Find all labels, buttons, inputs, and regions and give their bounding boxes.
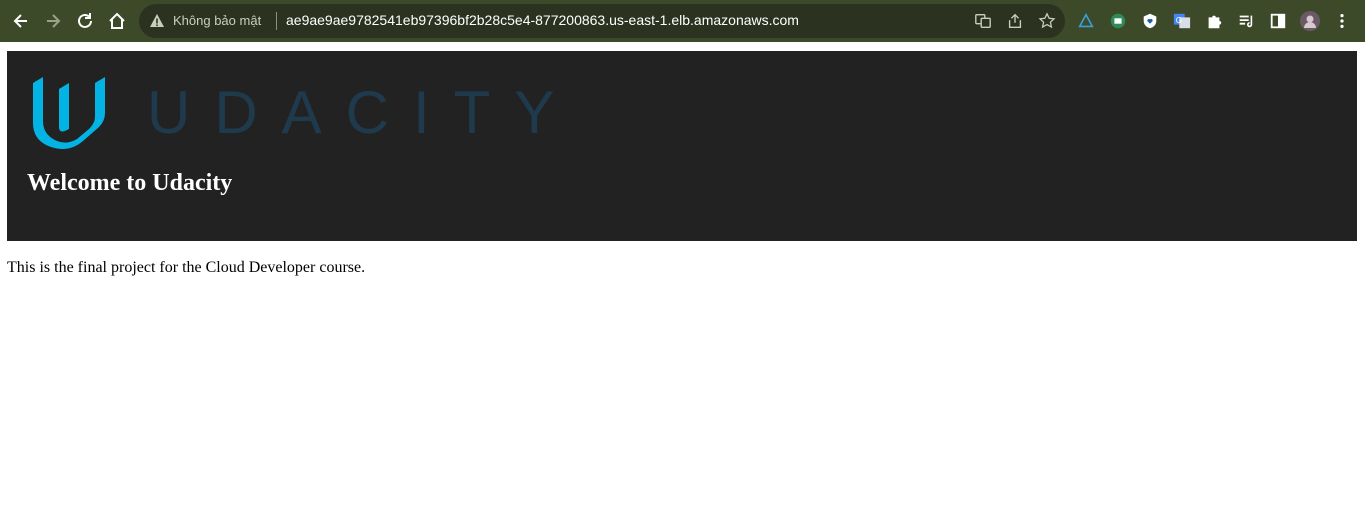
side-panel-icon[interactable] xyxy=(1268,11,1288,31)
google-translate-icon[interactable]: G xyxy=(1172,11,1192,31)
page-title: Welcome to Udacity xyxy=(27,170,233,196)
security-status-label[interactable]: Không bảo mật xyxy=(173,13,261,28)
reload-icon[interactable] xyxy=(71,7,99,35)
address-bar[interactable]: Không bảo mật ae9ae9ae9782541eb97396bf2b… xyxy=(139,4,1065,38)
page-header: UDACITY Welcome to Udacity xyxy=(7,51,1357,241)
udacity-logo: UDACITY xyxy=(27,71,554,151)
bookmark-star-icon[interactable] xyxy=(1037,11,1057,31)
profile-avatar[interactable] xyxy=(1300,11,1320,31)
forward-icon[interactable] xyxy=(39,7,67,35)
back-icon[interactable] xyxy=(7,7,35,35)
url-field[interactable]: ae9ae9ae9782541eb97396bf2b28c5e4-8772008… xyxy=(286,12,799,28)
home-icon[interactable] xyxy=(103,7,131,35)
warning-icon[interactable] xyxy=(149,13,165,29)
udacity-u-icon xyxy=(33,77,105,149)
puzzle-icon[interactable] xyxy=(1204,11,1224,31)
triangle-extension-icon[interactable] xyxy=(1076,11,1096,31)
divider xyxy=(276,12,277,30)
browser-toolbar: Không bảo mật ae9ae9ae9782541eb97396bf2b… xyxy=(0,0,1365,42)
green-extension-icon[interactable] xyxy=(1108,11,1128,31)
body-paragraph: This is the final project for the Cloud … xyxy=(7,259,366,276)
svg-text:G: G xyxy=(1176,16,1182,25)
shield-heart-icon[interactable] xyxy=(1140,11,1160,31)
more-icon[interactable] xyxy=(1332,11,1352,31)
translate-icon[interactable] xyxy=(973,11,993,31)
reading-list-icon[interactable] xyxy=(1236,11,1256,31)
logo-wordmark: UDACITY xyxy=(147,79,579,146)
share-icon[interactable] xyxy=(1005,11,1025,31)
